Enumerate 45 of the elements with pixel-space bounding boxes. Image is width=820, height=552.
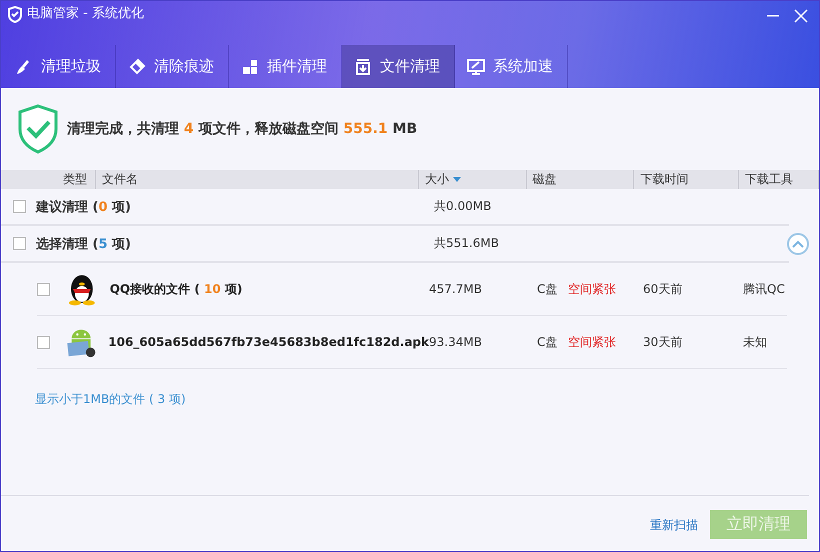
close-icon	[794, 9, 808, 23]
cleanup-summary: 清理完成，共清理 4 项文件，释放磁盘空间 555.1 MB	[67, 120, 418, 138]
blocks-icon	[241, 58, 259, 76]
disk-label: C盘	[537, 280, 558, 298]
disk-status: 空间紧张	[568, 280, 617, 298]
nav-tab[interactable]: 文件清理	[342, 45, 455, 88]
download-time: 60天前	[643, 280, 684, 298]
download-tool: 未知	[743, 334, 768, 350]
column-header[interactable]: 文件名	[96, 170, 419, 189]
disk-status: 空间紧张	[568, 334, 617, 350]
column-header[interactable]: 下载工具	[739, 170, 819, 189]
download-tool: 腾讯QC	[743, 280, 786, 298]
column-header[interactable]: 磁盘	[526, 170, 634, 189]
column-header[interactable]: 类型	[1, 170, 96, 189]
shield-logo-icon	[7, 6, 23, 23]
checkbox[interactable]	[13, 200, 26, 213]
column-header[interactable]: 下载时间	[634, 170, 740, 189]
monitor-icon	[467, 58, 485, 76]
nav-tab[interactable]: 插件清理	[229, 45, 342, 88]
nav-tab[interactable]: 清理垃圾	[3, 45, 116, 88]
file-name: QQ接收的文件 ( 10 项)	[110, 280, 244, 298]
group-size: 共0.00MB	[434, 198, 492, 215]
column-header[interactable]: 大小	[418, 170, 527, 189]
eraser-icon	[128, 58, 146, 76]
download-time: 30天前	[643, 334, 684, 350]
collapse-button[interactable]	[787, 232, 809, 254]
nav-tab[interactable]: 清除痕迹	[116, 45, 229, 88]
window-title: 电脑管家 - 系统优化	[27, 6, 145, 22]
disk-label: C盘	[537, 334, 558, 350]
file-name: 106_605a65dd567fb73e45683b8ed1fc182d.apk	[108, 335, 429, 349]
group-label: 建议清理 (0 项)	[36, 198, 132, 216]
minimize-icon	[767, 15, 779, 17]
checkbox[interactable]	[13, 237, 26, 250]
group-size: 共551.6MB	[434, 235, 499, 252]
shield-check-icon	[17, 104, 59, 154]
checkbox[interactable]	[37, 336, 50, 348]
rescan-link[interactable]: 重新扫描	[650, 517, 698, 534]
download-tray-icon	[354, 58, 372, 76]
nav-tab[interactable]: 系统加速	[455, 45, 568, 88]
chevron-up-icon	[792, 240, 804, 248]
file-size: 93.34MB	[429, 335, 483, 349]
file-size: 457.7MB	[429, 282, 483, 296]
small-files-link[interactable]: 显示小于1MB的文件 ( 3 项)	[35, 391, 186, 408]
group-label: 选择清理 (5 项)	[36, 236, 132, 252]
checkbox[interactable]	[37, 282, 50, 296]
